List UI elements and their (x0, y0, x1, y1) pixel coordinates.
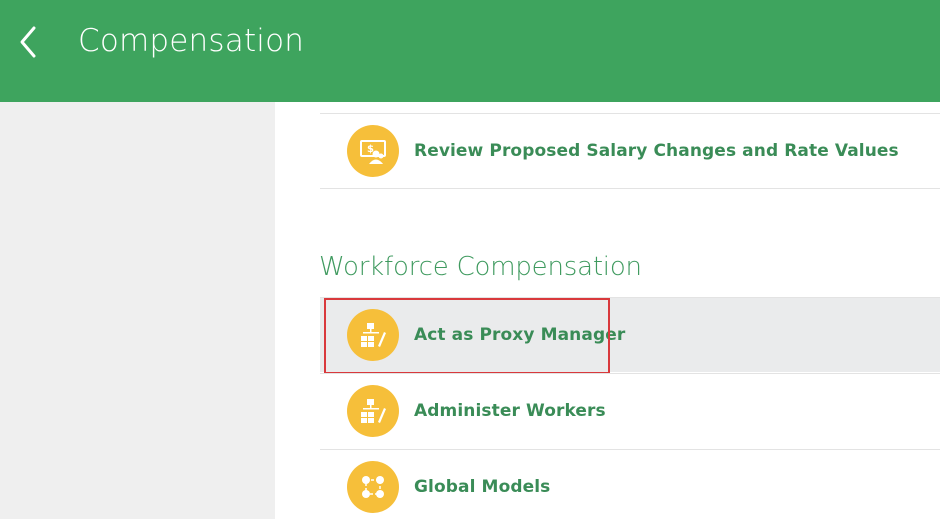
task-item-label: Administer Workers (414, 401, 606, 421)
task-item-review-proposed-salary[interactable]: $ Review Proposed Salary Changes and Rat… (320, 114, 940, 188)
app-header: Compensation (0, 0, 940, 102)
main-content: $ Review Proposed Salary Changes and Rat… (275, 102, 940, 519)
org-chart-edit-icon (347, 309, 399, 361)
model-nodes-icon (347, 461, 399, 513)
task-item-global-models[interactable]: Global Models (320, 450, 940, 524)
task-item-label: Global Models (414, 477, 551, 497)
task-item-label: Act as Proxy Manager (414, 325, 626, 345)
back-button[interactable] (8, 20, 48, 64)
org-chart-edit-icon (347, 385, 399, 437)
sidebar (0, 102, 275, 519)
salary-review-icon: $ (347, 125, 399, 177)
section-title: Workforce Compensation (319, 252, 642, 282)
task-item-act-as-proxy-manager[interactable]: Act as Proxy Manager (320, 298, 940, 372)
chevron-left-icon (20, 26, 36, 58)
task-item-administer-workers[interactable]: Administer Workers (320, 374, 940, 448)
page-title: Compensation (78, 23, 305, 59)
task-item-label: Review Proposed Salary Changes and Rate … (414, 141, 899, 161)
divider (320, 188, 940, 189)
